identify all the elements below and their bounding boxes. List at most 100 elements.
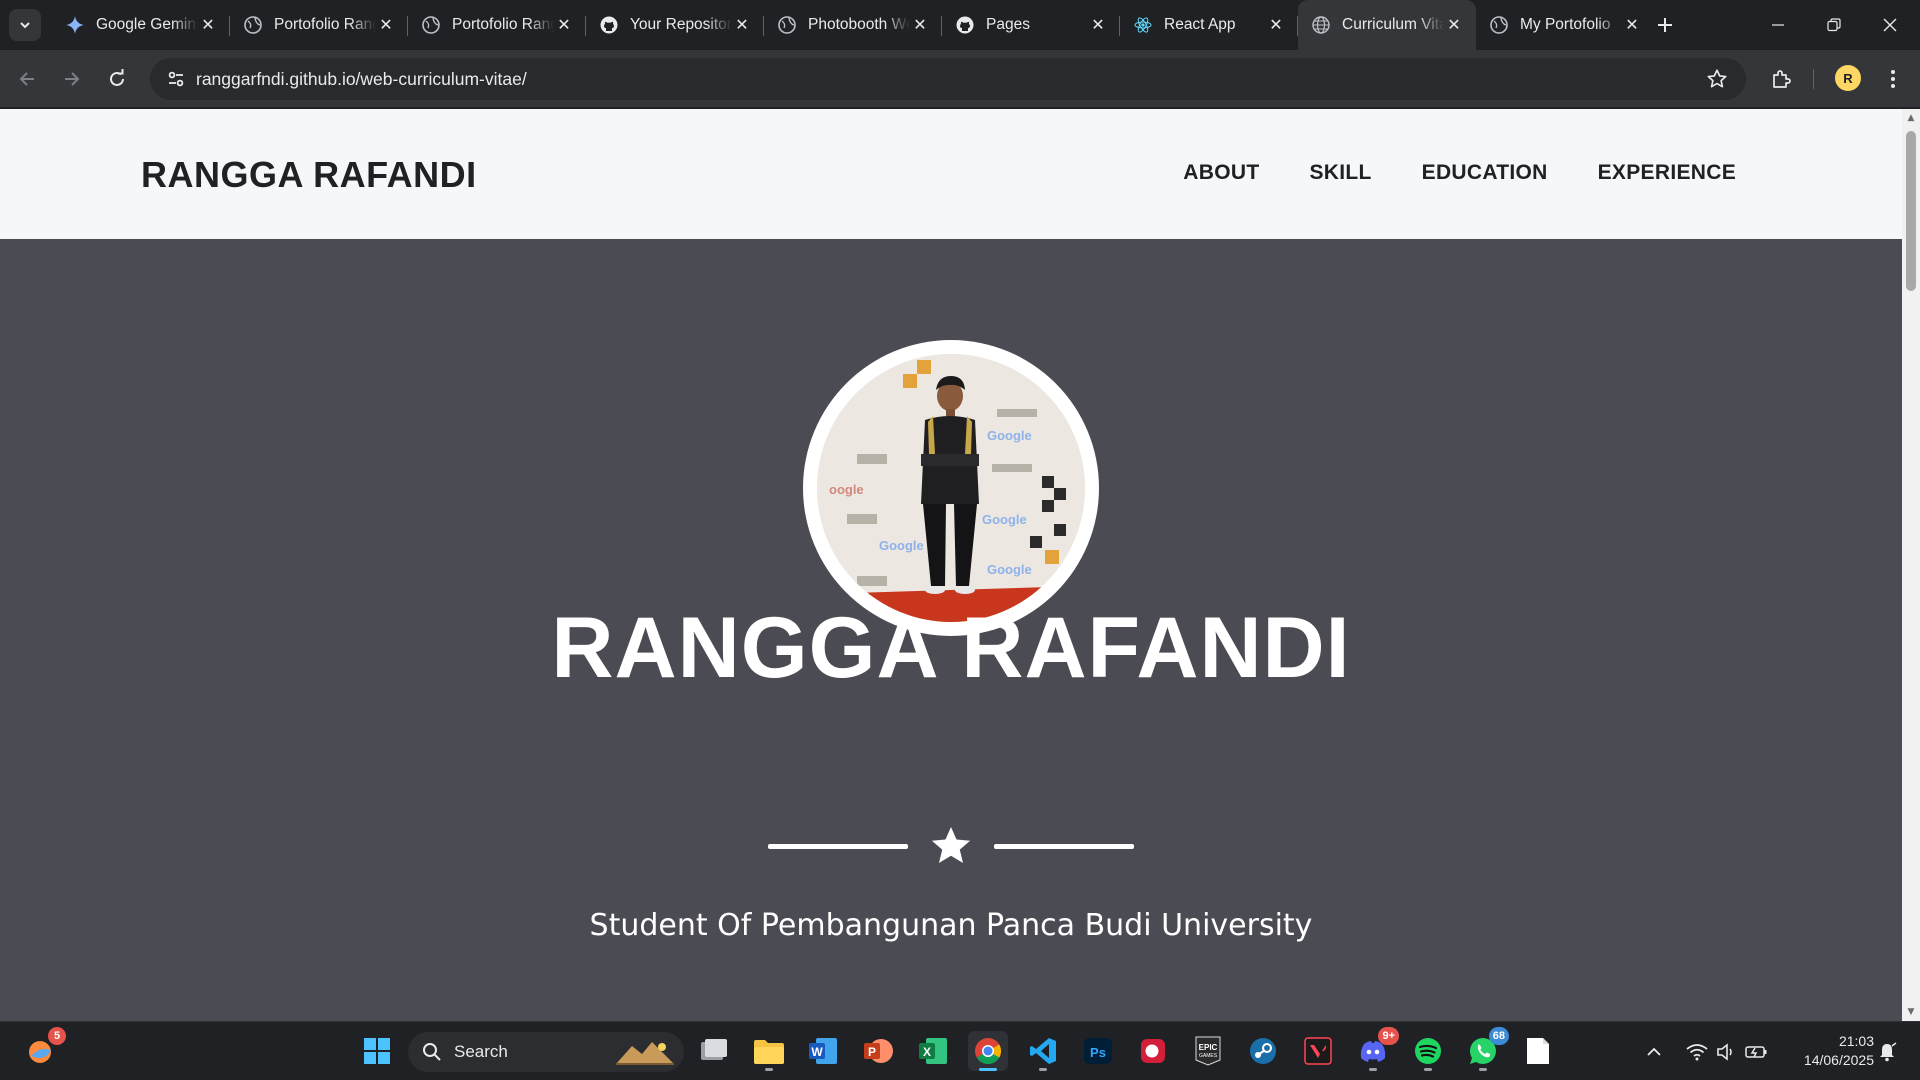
tab-photobooth[interactable]: Photobooth Web ✕ (764, 0, 942, 50)
close-icon[interactable]: ✕ (1266, 15, 1286, 35)
address-bar[interactable]: ranggarfndi.github.io/web-curriculum-vit… (150, 58, 1746, 100)
clock-date: 14/06/2025 (1803, 1052, 1874, 1068)
chevron-up-icon (1647, 1047, 1661, 1056)
nav-skill[interactable]: SKILL (1309, 161, 1371, 185)
taskbar-file-explorer[interactable] (749, 1031, 789, 1071)
taskbar-steam[interactable] (1243, 1031, 1283, 1071)
close-icon[interactable]: ✕ (198, 15, 218, 35)
tab-title: Google Gemini (96, 16, 198, 33)
taskbar-vscode[interactable] (1023, 1031, 1063, 1071)
tab-title: Portofolio Rangga (274, 16, 376, 33)
taskbar-powerpoint[interactable]: P (858, 1031, 898, 1071)
tab-title: Pages (986, 16, 1030, 33)
tab-title: Portofolio Rangga (452, 16, 554, 33)
network-status[interactable] (1686, 1022, 1708, 1080)
svg-text:Google: Google (879, 538, 924, 553)
profile-avatar[interactable]: R (1835, 65, 1861, 91)
globe-icon (1490, 16, 1508, 34)
photoshop-icon: Ps (1084, 1038, 1112, 1064)
tab-portofolio-2[interactable]: Portofolio Rangga ✕ (408, 0, 586, 50)
tab-pages[interactable]: Pages ✕ (942, 0, 1120, 50)
divider-line-left (768, 844, 908, 849)
taskbar-discord[interactable]: 9+ (1353, 1027, 1399, 1071)
volume-control[interactable] (1716, 1022, 1736, 1080)
tab-title: React App (1164, 16, 1236, 33)
tab-google-gemini[interactable]: Google Gemini ✕ (52, 0, 230, 50)
url-text[interactable]: ranggarfndi.github.io/web-curriculum-vit… (196, 69, 527, 90)
svg-text:Google: Google (987, 562, 1032, 577)
browser-toolbar: ranggarfndi.github.io/web-curriculum-vit… (0, 50, 1920, 108)
close-icon[interactable]: ✕ (732, 15, 752, 35)
scroll-up-icon[interactable]: ▲ (1906, 113, 1916, 123)
page-viewport: RANGGA RAFANDI ABOUT SKILL EDUCATION EXP… (0, 109, 1902, 1021)
taskbar-chrome[interactable] (968, 1031, 1008, 1071)
taskbar-task-view[interactable] (694, 1031, 734, 1071)
svg-text:W: W (811, 1045, 823, 1059)
close-icon[interactable]: ✕ (1622, 15, 1642, 35)
nav-about[interactable]: ABOUT (1183, 161, 1259, 185)
discord-badge: 9+ (1378, 1027, 1399, 1045)
site-info-icon[interactable] (156, 58, 196, 100)
svg-text:P: P (868, 1045, 876, 1059)
notification-center[interactable] (1877, 1022, 1897, 1080)
svg-text:EPIC: EPIC (1199, 1043, 1218, 1052)
profile-photo-frame: oogle Google Google Google Google (803, 340, 1099, 636)
gemini-icon (66, 16, 84, 34)
github-icon (600, 16, 618, 34)
close-icon[interactable]: ✕ (1444, 15, 1464, 35)
bookmark-star-icon[interactable] (1706, 68, 1728, 94)
page-scrollbar[interactable]: ▲ ▼ (1902, 109, 1920, 1021)
tab-curriculum-vitae[interactable]: Curriculum Vitae ✕ (1298, 0, 1476, 50)
scrollbar-thumb[interactable] (1906, 131, 1916, 291)
toolbar-divider (1813, 69, 1814, 89)
tab-react-app[interactable]: React App ✕ (1120, 0, 1298, 50)
tab-strip: Google Gemini ✕ Portofolio Rangga ✕ Port… (0, 0, 1920, 50)
word-icon: W (809, 1038, 837, 1064)
tab-my-portofolio[interactable]: My Portofolio ✕ (1476, 0, 1654, 50)
taskbar-excel[interactable]: X (913, 1031, 953, 1071)
taskbar-whatsapp[interactable]: 68 (1463, 1027, 1509, 1071)
close-icon[interactable]: ✕ (554, 15, 574, 35)
taskbar-search[interactable]: Search (408, 1032, 684, 1072)
taskbar-notepad[interactable] (1518, 1031, 1558, 1071)
spotify-icon (1415, 1038, 1441, 1064)
taskbar-record-app[interactable] (1133, 1031, 1173, 1071)
tab-search-button[interactable] (9, 9, 41, 41)
taskbar-photoshop[interactable]: Ps (1078, 1031, 1118, 1071)
system-clock[interactable]: 21:03 14/06/2025 (1774, 1032, 1874, 1070)
back-button[interactable] (11, 63, 43, 95)
new-tab-button[interactable] (1651, 11, 1679, 39)
browser-menu-button[interactable] (1877, 63, 1909, 95)
close-window-button[interactable] (1862, 0, 1918, 50)
tab-your-repositories[interactable]: Your Repositories ✕ (586, 0, 764, 50)
search-placeholder: Search (454, 1042, 508, 1061)
nav-experience[interactable]: EXPERIENCE (1598, 161, 1736, 185)
github-icon (956, 16, 974, 34)
whatsapp-badge: 68 (1488, 1027, 1509, 1045)
show-hidden-icons[interactable] (1646, 1022, 1662, 1080)
taskbar-epic-games[interactable]: EPIC GAMES (1188, 1031, 1228, 1071)
taskbar-spotify[interactable] (1408, 1031, 1448, 1071)
start-button[interactable] (357, 1031, 397, 1071)
svg-text:Google: Google (982, 512, 1027, 527)
svg-text:Google: Google (987, 428, 1032, 443)
restore-button[interactable] (1806, 0, 1862, 50)
close-icon[interactable]: ✕ (1088, 15, 1108, 35)
clock-time: 21:03 (1838, 1033, 1874, 1049)
extensions-button[interactable] (1766, 63, 1798, 95)
taskbar-valorant[interactable] (1298, 1031, 1338, 1071)
scroll-down-icon[interactable]: ▼ (1906, 1007, 1916, 1017)
tab-portofolio-1[interactable]: Portofolio Rangga ✕ (230, 0, 408, 50)
battery-status[interactable] (1745, 1022, 1767, 1080)
site-brand[interactable]: RANGGA RAFANDI (141, 154, 477, 196)
close-icon[interactable]: ✕ (376, 15, 396, 35)
nav-education[interactable]: EDUCATION (1422, 161, 1548, 185)
reload-button[interactable] (101, 63, 133, 95)
tab-title: My Portofolio (1520, 16, 1611, 33)
forward-button[interactable] (56, 63, 88, 95)
close-icon[interactable]: ✕ (910, 15, 930, 35)
minimize-button[interactable] (1750, 0, 1806, 50)
nav-links: ABOUT SKILL EDUCATION EXPERIENCE (1183, 161, 1736, 185)
taskbar-word[interactable]: W (803, 1031, 843, 1071)
widgets-button[interactable]: 5 (20, 1027, 66, 1071)
